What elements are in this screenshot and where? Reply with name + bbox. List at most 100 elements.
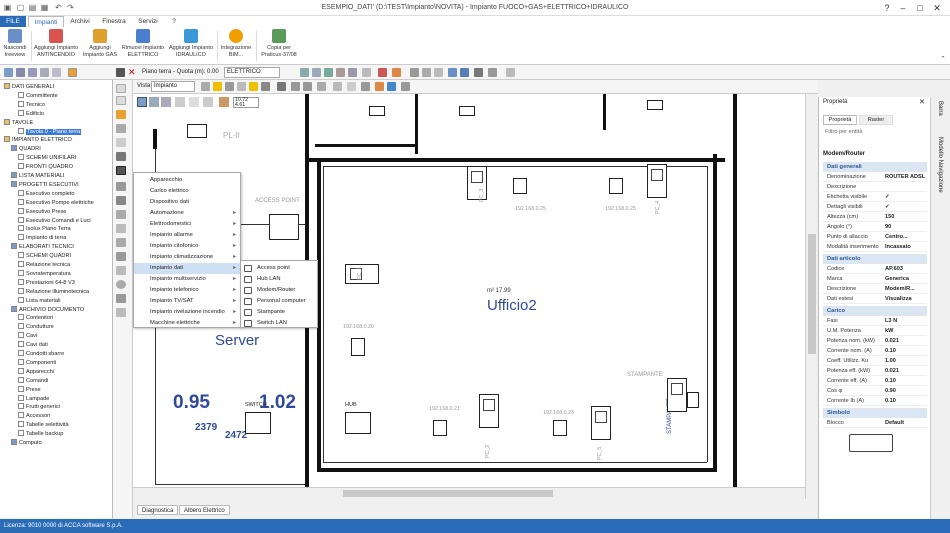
property-row[interactable]: Dettagli visibili ✓ [823,202,927,212]
menu-item[interactable]: Impianto rivelazione incendio ▸ [134,307,240,318]
property-row[interactable]: Etichetta visibile ✓ [823,192,927,202]
walls-icon[interactable] [261,82,270,91]
save-view-icon[interactable] [448,68,457,77]
pc-desk[interactable] [591,406,611,440]
menu-item[interactable]: Impianto dati ▸ [134,263,240,274]
property-row[interactable]: Blocco Default [823,418,927,428]
submenu-item[interactable]: Stampante [241,307,317,318]
switch-device[interactable] [245,412,271,434]
arrow-icon[interactable] [291,82,300,91]
menu-item[interactable]: Apparecchio [134,175,240,186]
conductor-icon[interactable] [116,210,126,219]
print-icon[interactable] [474,68,483,77]
add-water-system-button[interactable]: Aggiungi Impianto IDRAULICO [168,29,214,63]
tab-file[interactable]: FILE [0,16,26,27]
tree-icon[interactable] [4,68,13,77]
terminal-icon[interactable] [116,266,126,275]
close-panel-icon[interactable]: ✕ [919,98,925,106]
snap-icon[interactable] [312,68,321,77]
pc-workstation[interactable] [609,178,623,194]
access-point-device[interactable] [269,214,299,240]
export-icon[interactable] [488,68,497,77]
color-icon[interactable] [378,68,387,77]
ortho-icon[interactable] [336,68,345,77]
remove-electric-system-button[interactable]: Rimuovi Impianto ELETTRICO [120,29,166,63]
tab-proprieta[interactable]: Proprietà [823,115,857,125]
entity-filter[interactable]: Filtro per entità [825,129,862,135]
menu-item[interactable]: Impianto climatizzazione ▸ [134,252,240,263]
zoom-window-icon[interactable] [149,97,159,107]
measure-icon[interactable] [317,82,326,91]
submenu-item[interactable]: Switch LAN [241,318,317,329]
cross-circle-icon[interactable] [116,280,126,289]
submenu-item[interactable]: Hub LAN [241,274,317,285]
hub-device[interactable] [345,412,371,434]
tab-finestra[interactable]: Finestra [100,16,128,27]
device-icon[interactable] [116,166,126,175]
pc-desk[interactable] [479,394,499,428]
pc-workstation[interactable] [553,420,567,436]
property-row[interactable]: Dati estesi Visualizza [823,294,927,304]
layer-select[interactable]: ELETTRICO [224,67,280,78]
property-row[interactable]: Marca Generica [823,274,927,284]
vertical-scroll-thumb[interactable] [808,234,816,354]
cut-tool-icon[interactable] [434,68,443,77]
property-row[interactable]: Descrizione [823,182,927,192]
pointer-icon[interactable] [116,68,125,77]
property-row[interactable]: Corrente nom. (A) 0.10 [823,346,927,356]
junction-box[interactable] [647,100,663,110]
collapse-icon[interactable] [28,68,37,77]
component-icon[interactable] [277,82,286,91]
submenu-item[interactable]: Modem/Router [241,285,317,296]
menu-item[interactable]: Automazione ▸ [134,208,240,219]
tab-raster[interactable]: Raster [859,115,893,125]
cable-icon[interactable] [116,152,126,161]
polar-icon[interactable] [348,68,357,77]
grid-icon[interactable] [324,68,333,77]
menu-item[interactable]: Impianto multiservizio ▸ [134,274,240,285]
hide-treeview-button[interactable]: Nascondi treeview [2,29,28,63]
pan-icon[interactable] [189,97,199,107]
property-row[interactable]: Angolo (°) 90 [823,222,927,232]
add-gas-system-button[interactable]: Aggiungi Impianto GAS [82,29,118,63]
horizontal-scrollbar[interactable] [133,487,805,499]
flag-icon[interactable] [333,82,342,91]
plug-icon[interactable] [116,308,126,317]
property-row[interactable]: Corrente eff. (A) 0.10 [823,376,927,386]
property-row[interactable]: Denominazione ROUTER ADSL [823,172,927,182]
paste-tool-icon[interactable] [422,68,431,77]
filter-icon[interactable] [52,68,61,77]
junction-box[interactable] [459,106,475,116]
minimize-button[interactable]: – [896,2,910,14]
pc-workstation[interactable] [433,420,447,436]
add-fire-system-button[interactable]: Aggiungi Impianto ANTINCENDIO [33,29,79,63]
property-row[interactable]: Cos φ 0.90 [823,386,927,396]
maximize-button[interactable]: □ [913,2,927,14]
menu-item[interactable]: Impianto TV/SAT ▸ [134,296,240,307]
property-row[interactable]: Codice AP.603 [823,264,927,274]
blue-layer-icon[interactable] [387,82,396,91]
properties-section-header[interactable]: Dati generali [823,162,927,172]
lamp-icon[interactable] [116,110,126,119]
expand-icon[interactable] [16,68,25,77]
property-row[interactable]: Descrizione Modem/R... [823,284,927,294]
tab-help[interactable]: ? [166,16,182,27]
warning-icon[interactable] [213,82,222,91]
submenu-item[interactable]: Access point [241,263,317,274]
property-row[interactable]: Coeff. Utilizz. Ku 1.00 [823,356,927,366]
tile-icon[interactable] [237,82,246,91]
view-option-icon[interactable] [201,82,210,91]
load-view-icon[interactable] [460,68,469,77]
pen-icon[interactable] [116,196,126,205]
properties-section-header[interactable]: Dati articolo [823,254,927,264]
properties-section-header[interactable]: Simbolo [823,408,927,418]
properties-section-header[interactable]: Carico [823,306,927,316]
zoom-icon[interactable] [137,97,147,107]
pc-workstation[interactable] [351,338,365,356]
printer-device[interactable] [667,378,687,412]
grid-view-icon[interactable] [225,82,234,91]
colors-icon[interactable] [375,82,384,91]
copy-tool-icon[interactable] [410,68,419,77]
menu-item[interactable]: Dispositivo dati [134,197,240,208]
close-button[interactable]: ✕ [930,2,944,14]
